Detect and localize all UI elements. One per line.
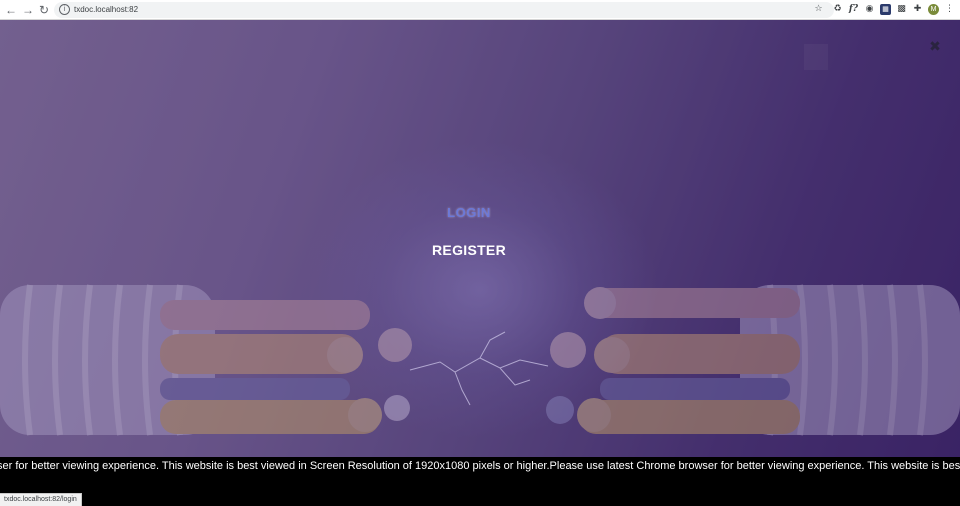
- hero-overlay: [0, 20, 960, 457]
- color-extension-icon[interactable]: ◉: [864, 4, 875, 15]
- menu-kebab-icon[interactable]: ⋮: [944, 4, 955, 15]
- status-bar-url: txdoc.localhost:82/login: [0, 493, 82, 506]
- formula-extension-icon[interactable]: f?: [848, 4, 859, 15]
- bookmark-star-icon[interactable]: ☆: [813, 4, 824, 15]
- decorative-box: [804, 44, 828, 70]
- address-url[interactable]: txdoc.localhost:82: [74, 4, 138, 16]
- login-link[interactable]: LOGIN: [0, 205, 938, 220]
- close-icon[interactable]: ✖: [928, 40, 942, 54]
- reload-icon[interactable]: ↻: [37, 3, 51, 17]
- address-bar[interactable]: i txdoc.localhost:82: [54, 2, 834, 18]
- hero-background: ✖ LOGIN REGISTER: [0, 20, 960, 457]
- register-link[interactable]: REGISTER: [0, 242, 938, 258]
- forward-icon[interactable]: →: [21, 3, 35, 17]
- marquee-text: ser for better viewing experience. This …: [0, 460, 960, 472]
- browser-toolbar: ← → ↻ i txdoc.localhost:82 ☆ ♻ f? ◉ ▦ ▩ …: [0, 0, 960, 20]
- notice-marquee: ser for better viewing experience. This …: [0, 457, 960, 490]
- recycle-extension-icon[interactable]: ♻: [832, 4, 843, 15]
- lock-extension-icon[interactable]: ▩: [896, 4, 907, 15]
- site-info-icon[interactable]: i: [59, 4, 70, 15]
- grid-extension-icon[interactable]: ▦: [880, 4, 891, 15]
- back-icon[interactable]: ←: [4, 3, 18, 17]
- profile-avatar[interactable]: M: [928, 4, 939, 15]
- puzzle-extensions-icon[interactable]: ✚: [912, 4, 923, 15]
